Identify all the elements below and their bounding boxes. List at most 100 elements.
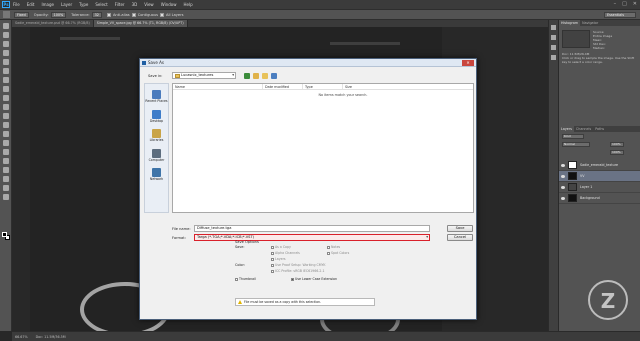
lowercase-extension-checkbox[interactable]: Use Lower Case Extension bbox=[291, 277, 337, 281]
layer-kind-select[interactable]: Kind bbox=[562, 134, 584, 139]
save-button[interactable]: Save bbox=[447, 225, 473, 232]
place-computer[interactable]: Computer bbox=[145, 148, 168, 163]
alpha-channels-checkbox[interactable]: Alpha Channels bbox=[271, 251, 300, 255]
column-name[interactable]: Name bbox=[173, 84, 263, 89]
menu-view[interactable]: View bbox=[144, 2, 154, 7]
cancel-button[interactable]: Cancel bbox=[447, 234, 473, 241]
hand-tool-icon[interactable] bbox=[2, 185, 9, 191]
tool-preset-icon[interactable] bbox=[3, 11, 10, 18]
pen-tool-icon[interactable] bbox=[2, 149, 9, 155]
menu-select[interactable]: Select bbox=[95, 2, 107, 7]
folder-icon bbox=[175, 74, 180, 78]
menu-type[interactable]: Type bbox=[79, 2, 88, 7]
path-select-tool-icon[interactable] bbox=[2, 167, 9, 173]
marquee-tool-icon[interactable] bbox=[2, 32, 9, 38]
layer-row[interactable]: Background bbox=[559, 193, 640, 204]
gradient-tool-icon[interactable] bbox=[2, 122, 9, 128]
save-in-select[interactable]: Lucasnix_textures ▾ bbox=[172, 72, 236, 79]
character-panel-icon[interactable] bbox=[551, 55, 556, 60]
menu-filter[interactable]: Filter bbox=[115, 2, 125, 7]
tab-channels[interactable]: Channels bbox=[574, 126, 593, 132]
healing-tool-icon[interactable] bbox=[2, 77, 9, 83]
menu-window[interactable]: Window bbox=[161, 2, 177, 7]
menu-file[interactable]: File bbox=[13, 2, 20, 7]
menu-edit[interactable]: Edit bbox=[27, 2, 35, 7]
properties-panel-icon[interactable] bbox=[551, 35, 556, 40]
shape-tool-icon[interactable] bbox=[2, 176, 9, 182]
checkbox-label: As a Copy bbox=[275, 245, 291, 249]
mode-select[interactable]: Fixed bbox=[14, 11, 29, 18]
tolerance-input[interactable]: 32 bbox=[91, 11, 102, 18]
layer-fill-input[interactable]: 100% bbox=[610, 150, 624, 155]
layer-row-selected[interactable]: VV bbox=[559, 171, 640, 182]
dialog-titlebar[interactable]: Save As ✕ bbox=[140, 59, 476, 67]
as-copy-checkbox[interactable]: As a Copy bbox=[271, 245, 291, 249]
layer-opacity-input[interactable]: 100% bbox=[610, 142, 624, 147]
brush-panel-icon[interactable] bbox=[551, 45, 556, 50]
document-tab-active[interactable]: Simple_VV_space.jpg @ 66.7% (T1, RGB/8) … bbox=[93, 20, 188, 27]
opacity-input[interactable]: 100% bbox=[50, 11, 67, 18]
file-list[interactable]: Name Date modified Type Size No items ma… bbox=[172, 83, 474, 213]
close-icon[interactable]: ✕ bbox=[633, 1, 637, 7]
quick-select-tool-icon[interactable] bbox=[2, 50, 9, 56]
filename-row: File name: Diffuse_texture.tga bbox=[172, 225, 430, 232]
eye-icon[interactable] bbox=[561, 163, 565, 167]
lasso-tool-icon[interactable] bbox=[2, 41, 9, 47]
eraser-tool-icon[interactable] bbox=[2, 113, 9, 119]
place-libraries[interactable]: Libraries bbox=[145, 129, 168, 143]
eye-icon[interactable] bbox=[561, 185, 565, 189]
move-tool-icon[interactable] bbox=[2, 23, 9, 29]
spot-colors-checkbox[interactable]: Spot Colors bbox=[327, 251, 349, 255]
type-tool-icon[interactable] bbox=[2, 158, 9, 164]
eye-icon[interactable] bbox=[561, 196, 565, 200]
all-layers-checkbox[interactable] bbox=[160, 12, 164, 17]
menu-3d[interactable]: 3D bbox=[132, 2, 138, 7]
up-folder-icon[interactable] bbox=[253, 72, 259, 79]
zoom-level[interactable]: 66.67% bbox=[15, 335, 28, 339]
checkbox-label: Layers bbox=[275, 257, 286, 261]
eye-icon[interactable] bbox=[561, 174, 565, 178]
maximize-icon[interactable]: □ bbox=[622, 1, 627, 7]
menu-help[interactable]: Help bbox=[183, 2, 192, 7]
tab-paths[interactable]: Paths bbox=[593, 126, 606, 132]
dialog-title: Save As bbox=[148, 60, 164, 65]
brush-tool-icon[interactable] bbox=[2, 86, 9, 92]
menu-image[interactable]: Image bbox=[41, 2, 54, 7]
place-network[interactable]: Network bbox=[145, 168, 168, 182]
workspace-select[interactable]: Essentials bbox=[604, 12, 636, 18]
history-panel-icon[interactable] bbox=[551, 25, 556, 30]
icc-profile-checkbox[interactable]: ICC Profile: sRGB IEC61966-2.1 bbox=[271, 269, 325, 273]
column-date-modified[interactable]: Date modified bbox=[263, 84, 303, 89]
blur-tool-icon[interactable] bbox=[2, 131, 9, 137]
document-tab[interactable]: Sadie_emerald_texture.psd @ 66.7% (RGB/8… bbox=[12, 20, 94, 27]
dodge-tool-icon[interactable] bbox=[2, 140, 9, 146]
history-brush-tool-icon[interactable] bbox=[2, 104, 9, 110]
tab-layers[interactable]: Layers bbox=[559, 126, 574, 132]
filename-label: File name: bbox=[172, 226, 191, 231]
place-recent-places[interactable]: Recent Places bbox=[145, 90, 168, 104]
new-folder-icon[interactable] bbox=[262, 72, 268, 79]
foreground-color-swatch[interactable] bbox=[2, 232, 7, 237]
layer-row[interactable]: Sadie_emerald_texture bbox=[559, 160, 640, 171]
thumbnail-checkbox[interactable]: Thumbnail bbox=[235, 277, 256, 281]
filename-input[interactable]: Diffuse_texture.tga bbox=[194, 225, 430, 232]
dialog-close-button[interactable]: ✕ bbox=[462, 60, 474, 66]
minimize-icon[interactable]: – bbox=[614, 1, 617, 7]
back-icon[interactable] bbox=[244, 72, 250, 79]
notes-checkbox[interactable]: Notes bbox=[327, 245, 340, 249]
contiguous-checkbox[interactable] bbox=[131, 12, 136, 17]
menu-layer[interactable]: Layer bbox=[61, 2, 72, 7]
blend-mode-select[interactable]: Normal bbox=[562, 142, 590, 147]
proof-setup-checkbox[interactable]: Use Proof Setup: Working CMYK bbox=[271, 263, 326, 267]
clone-stamp-tool-icon[interactable] bbox=[2, 95, 9, 101]
antialias-checkbox[interactable] bbox=[106, 12, 111, 17]
layer-row[interactable]: Layer 1 bbox=[559, 182, 640, 193]
view-menu-icon[interactable] bbox=[271, 72, 277, 79]
crop-tool-icon[interactable] bbox=[2, 59, 9, 65]
column-size[interactable]: Size bbox=[343, 84, 383, 89]
column-type[interactable]: Type bbox=[303, 84, 343, 89]
layers-checkbox[interactable]: Layers bbox=[271, 257, 286, 261]
place-desktop[interactable]: Desktop bbox=[145, 109, 168, 124]
eyedropper-tool-icon[interactable] bbox=[2, 68, 9, 74]
zoom-tool-icon[interactable] bbox=[2, 194, 9, 200]
